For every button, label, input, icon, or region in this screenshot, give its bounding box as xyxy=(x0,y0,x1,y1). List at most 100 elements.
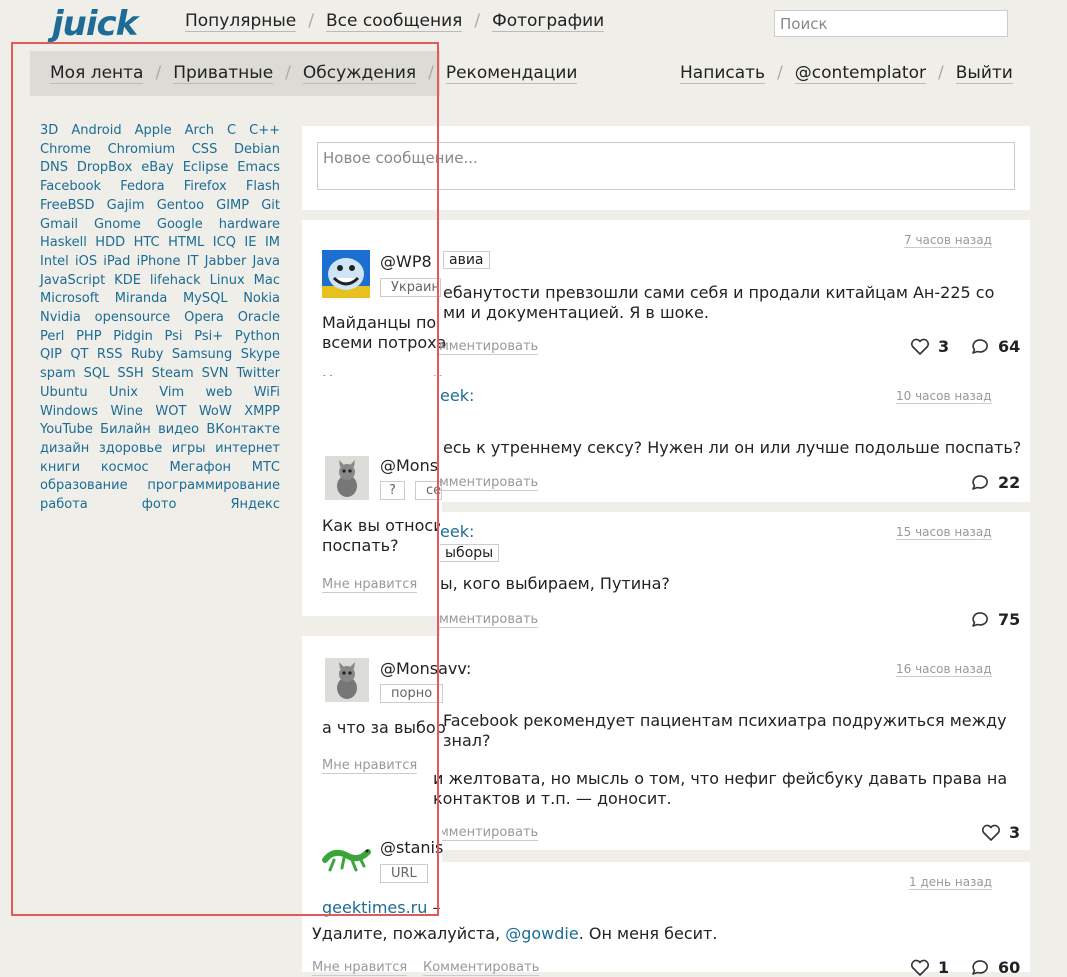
tag-link[interactable]: интернет xyxy=(215,441,280,456)
post-time[interactable]: 16 часов назад xyxy=(896,662,992,677)
likes-counter[interactable]: 3 xyxy=(981,823,1020,842)
post-time[interactable]: 10 часов назад xyxy=(896,389,992,404)
tab-recommendations[interactable]: Рекомендации xyxy=(445,63,578,84)
post-author[interactable]: @Monsavv: xyxy=(380,659,471,678)
tag-link[interactable]: Vim xyxy=(159,385,184,400)
tag-link[interactable]: космос xyxy=(101,460,149,475)
post-time[interactable]: 15 часов назад xyxy=(896,525,992,540)
juick-logo[interactable]: juick xyxy=(52,4,138,44)
comments-counter[interactable]: 60 xyxy=(970,958,1020,977)
tag-link[interactable]: opensource xyxy=(95,310,171,325)
tab-my-feed[interactable]: Моя лента xyxy=(50,63,144,84)
tag-link[interactable]: работа xyxy=(40,497,88,512)
tag-link[interactable]: IM xyxy=(265,235,280,250)
tag-link[interactable]: Google xyxy=(157,217,203,232)
tag-link[interactable]: YouTube xyxy=(40,422,93,437)
tag-link[interactable]: программирование xyxy=(147,478,280,493)
tag-link[interactable]: DNS xyxy=(40,160,68,175)
tag-link[interactable]: Ubuntu xyxy=(40,385,88,400)
tag-link[interactable]: FreeBSD xyxy=(40,198,95,213)
post-time[interactable]: 1 день назад xyxy=(909,875,993,890)
post-author[interactable]: @stanis xyxy=(380,838,443,857)
tag-link[interactable]: HTC xyxy=(134,235,160,250)
tag-link[interactable]: Debian xyxy=(234,142,280,157)
search-input[interactable]: Поиск xyxy=(774,10,1008,37)
tag-link[interactable]: iOS xyxy=(75,254,97,269)
tag-link[interactable]: PHP xyxy=(76,329,101,344)
tag-link[interactable]: Java xyxy=(253,254,280,269)
write-link[interactable]: Написать xyxy=(680,63,766,84)
post-tag[interactable]: порно xyxy=(380,684,444,703)
comment-link[interactable]: мментировать xyxy=(439,339,539,355)
tag-link[interactable]: Facebook xyxy=(40,179,101,194)
tag-link[interactable]: CSS xyxy=(192,142,218,157)
tag-link[interactable]: spam xyxy=(40,366,76,381)
tag-link[interactable]: Билайн xyxy=(100,422,151,437)
post-time[interactable]: 7 часов назад xyxy=(904,233,992,248)
tag-link[interactable]: SQL xyxy=(84,366,110,381)
tag-link[interactable]: 3D xyxy=(40,123,58,138)
tag-link[interactable]: Oracle xyxy=(238,310,280,325)
tag-link[interactable]: Chromium xyxy=(108,142,176,157)
tag-link[interactable]: Perl xyxy=(40,329,64,344)
tag-link[interactable]: Linux xyxy=(210,273,245,288)
tag-link[interactable]: ВКонтакте xyxy=(206,422,280,437)
tag-link[interactable]: iPhone xyxy=(137,254,181,269)
logout-link[interactable]: Выйти xyxy=(955,63,1013,84)
tag-link[interactable]: Android xyxy=(71,123,121,138)
tag-link[interactable]: iPad xyxy=(103,254,130,269)
tag-link[interactable]: Gnome xyxy=(94,217,141,232)
tag-link[interactable]: XMPP xyxy=(244,404,280,419)
tag-link[interactable]: JavaScript xyxy=(40,273,105,288)
tag-link[interactable]: Opera xyxy=(184,310,224,325)
tag-link[interactable]: IT xyxy=(187,254,199,269)
tag-link[interactable]: Nvidia xyxy=(40,310,81,325)
tag-link[interactable]: Steam xyxy=(152,366,194,381)
comment-link[interactable]: мментировать xyxy=(439,825,539,841)
tag-link[interactable]: GIMP xyxy=(216,198,249,213)
comment-link[interactable]: Комментировать xyxy=(423,960,540,976)
tag-link[interactable]: дизайн xyxy=(40,441,89,456)
tag-link[interactable]: Twitter xyxy=(236,366,280,381)
tag-link[interactable]: Microsoft xyxy=(40,291,99,306)
tag-link[interactable]: QIP xyxy=(40,347,62,362)
tag-link[interactable]: Psi+ xyxy=(194,329,223,344)
tag-link[interactable]: Git xyxy=(261,198,280,213)
tag-link[interactable]: C++ xyxy=(249,123,280,138)
tag-link[interactable]: DropBox xyxy=(77,160,132,175)
post-author[interactable]: eek: xyxy=(440,522,474,541)
tag-link[interactable]: lifehack xyxy=(150,273,201,288)
tag-link[interactable]: Gajim xyxy=(107,198,145,213)
tag-link[interactable]: WoW xyxy=(199,404,232,419)
tag-link[interactable]: KDE xyxy=(114,273,141,288)
tag-link[interactable]: образование xyxy=(40,478,128,493)
tag-link[interactable]: Pidgin xyxy=(113,329,153,344)
tag-link[interactable]: Intel xyxy=(40,254,69,269)
mention-link[interactable]: @gowdie xyxy=(505,924,578,943)
tab-discussions[interactable]: Обсуждения xyxy=(302,63,417,84)
post-author[interactable]: eek: xyxy=(440,386,474,405)
nav-all-messages[interactable]: Все сообщения xyxy=(325,11,463,32)
tag-link[interactable]: Apple xyxy=(135,123,172,138)
cat-avatar[interactable] xyxy=(325,658,369,702)
tag-link[interactable]: Gmail xyxy=(40,217,78,232)
post-tag[interactable]: Украин xyxy=(380,278,441,297)
like-link[interactable]: Мне нравится xyxy=(322,758,418,774)
tag-link[interactable]: Wine xyxy=(110,404,142,419)
tag-link[interactable]: Яндекс xyxy=(230,497,280,512)
new-message-input[interactable]: Новое сообщение... xyxy=(317,142,1015,190)
tag-link[interactable]: IE xyxy=(244,235,256,250)
comment-link[interactable]: мментировать xyxy=(439,612,539,628)
post-tag[interactable]: ыборы xyxy=(440,544,500,562)
tag-link[interactable]: книги xyxy=(40,460,80,475)
tag-link[interactable]: Firefox xyxy=(184,179,227,194)
tag-link[interactable]: QT xyxy=(70,347,88,362)
likes-counter[interactable]: 1 xyxy=(910,958,949,977)
tag-link[interactable]: WOT xyxy=(155,404,186,419)
tag-link[interactable]: видео xyxy=(158,422,199,437)
tag-link[interactable]: МТС xyxy=(252,460,280,475)
tag-link[interactable]: HDD xyxy=(95,235,125,250)
tag-link[interactable]: Skype xyxy=(241,347,280,362)
tab-private[interactable]: Приватные xyxy=(173,63,274,84)
comments-counter[interactable]: 22 xyxy=(970,473,1020,492)
